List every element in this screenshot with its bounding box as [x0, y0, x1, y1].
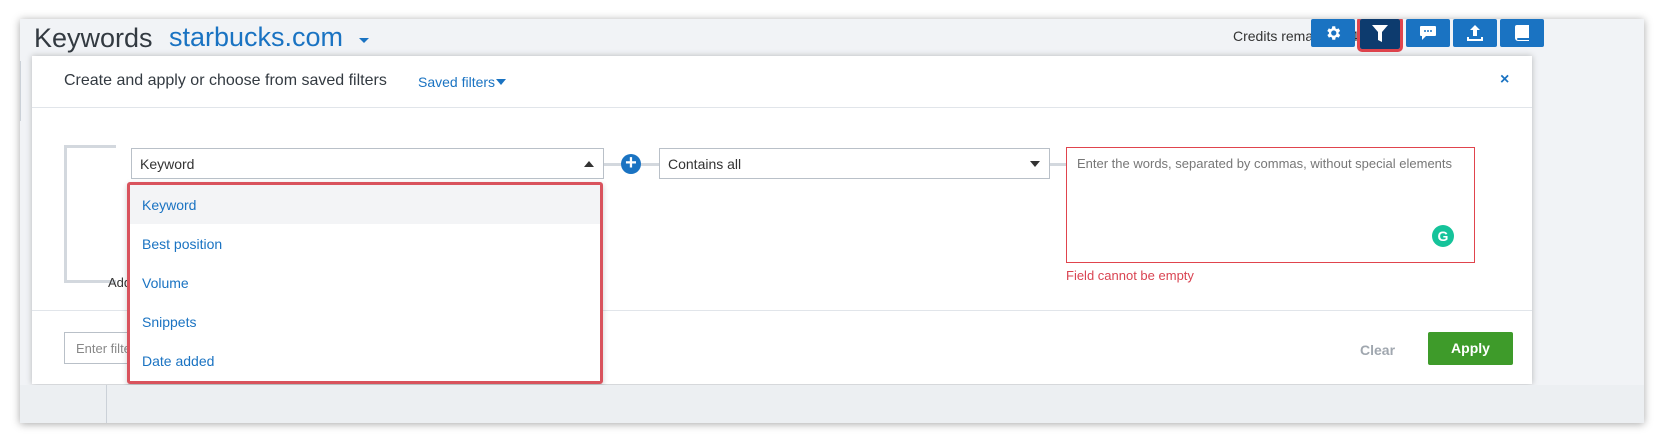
comment-icon: [1420, 26, 1436, 40]
comments-button[interactable]: [1406, 19, 1450, 47]
chevron-up-icon: [584, 161, 594, 167]
connector-line: [1050, 163, 1066, 166]
app-window: Keywords starbucks.com Credits remaining…: [20, 19, 1644, 423]
book-button[interactable]: [1500, 19, 1544, 47]
operator-select-value: Contains all: [668, 156, 742, 172]
filter-panel-header: Create and apply or choose from saved fi…: [32, 56, 1532, 108]
error-message: Field cannot be empty: [1066, 268, 1194, 283]
filter-button[interactable]: [1357, 19, 1403, 52]
apply-button[interactable]: Apply: [1428, 332, 1513, 365]
filter-icon: [1372, 25, 1388, 42]
add-condition-icon[interactable]: +: [621, 153, 641, 174]
gear-icon: [1327, 26, 1341, 40]
chevron-down-icon[interactable]: [359, 38, 369, 43]
upload-icon: [1467, 25, 1483, 41]
field-select-value: Keyword: [140, 156, 195, 172]
divider: [20, 61, 21, 121]
dropdown-item-volume[interactable]: Volume: [130, 263, 600, 302]
operator-select[interactable]: Contains all: [659, 148, 1050, 179]
dropdown-item-best-position[interactable]: Best position: [130, 224, 600, 263]
domain-selector[interactable]: starbucks.com: [169, 22, 343, 53]
clear-button[interactable]: Clear: [1360, 342, 1395, 358]
dropdown-item-snippets[interactable]: Snippets: [130, 302, 600, 341]
connector-line: [604, 163, 621, 166]
filter-panel: Create and apply or choose from saved fi…: [32, 56, 1532, 384]
dropdown-item-keyword[interactable]: Keyword: [130, 185, 600, 224]
filter-panel-title: Create and apply or choose from saved fi…: [64, 72, 387, 89]
close-icon[interactable]: ×: [1500, 71, 1509, 89]
grammarly-icon[interactable]: G: [1432, 225, 1454, 247]
dropdown-item-date-added[interactable]: Date added: [130, 341, 600, 380]
export-button[interactable]: [1453, 19, 1497, 47]
book-icon: [1515, 25, 1529, 41]
keyword-value-placeholder: Enter the words, separated by commas, wi…: [1077, 156, 1453, 171]
condition-group-bracket: [64, 145, 116, 283]
connector-line: [641, 163, 659, 166]
field-dropdown-menu: Keyword Best position Volume Snippets Da…: [127, 182, 603, 384]
field-select[interactable]: Keyword: [131, 148, 604, 179]
page-title: Keywords: [34, 23, 153, 53]
keyword-value-input[interactable]: Enter the words, separated by commas, wi…: [1066, 147, 1475, 263]
divider: [106, 385, 107, 423]
settings-button[interactable]: [1311, 19, 1355, 47]
table-header-strip: [20, 385, 1644, 423]
saved-filters-link[interactable]: Saved filters: [418, 74, 495, 90]
chevron-down-icon[interactable]: [496, 79, 506, 85]
chevron-down-icon: [1030, 161, 1040, 167]
